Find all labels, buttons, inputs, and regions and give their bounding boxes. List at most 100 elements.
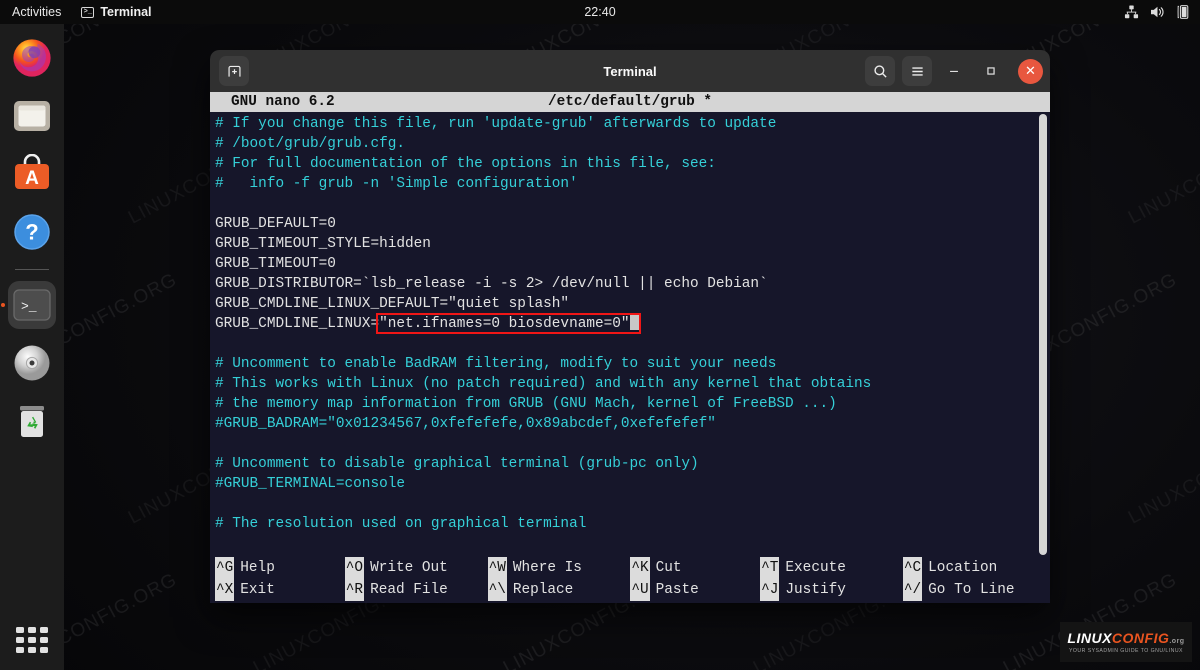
logo-wordmark: LINUXCONFIG.org	[1067, 631, 1184, 645]
shortcut-key: ^/	[902, 579, 923, 601]
nano-line-text: # info -f grub -n 'Simple configuration'	[215, 176, 578, 192]
clock[interactable]: 22:40	[584, 5, 615, 19]
nano-line-text: GRUB_TIMEOUT=0	[215, 256, 336, 272]
shortcut-key: ^K	[630, 557, 650, 579]
nano-shortcut[interactable]: ^O Write Out	[344, 557, 488, 579]
nano-shortcut[interactable]: ^X Exit	[215, 579, 345, 601]
shortcut-label: Exit	[240, 582, 275, 598]
nano-line: # This works with Linux (no patch requir…	[215, 374, 1050, 394]
terminal-window: Terminal ✕ GNU nano 6.2 /etc/default/gru…	[210, 50, 1050, 603]
shortcut-label: Justify	[785, 582, 846, 598]
nano-line	[215, 494, 1050, 514]
shortcut-row: ^X Exit ^R Read File ^\ Replace ^U Paste ^J Justi…	[215, 579, 1050, 601]
dock-item-terminal[interactable]: >_	[8, 281, 56, 329]
logo-tagline: YOUR SYSADMIN GUIDE TO GNU/LINUX	[1069, 647, 1183, 654]
nano-line	[215, 194, 1050, 214]
maximize-button[interactable]	[976, 56, 1006, 86]
nano-line: #GRUB_BADRAM="0x01234567,0xfefefefe,0x89…	[215, 414, 1050, 434]
shortcut-row: ^G Help ^O Write Out ^W Where Is ^K Cut ^T Execut…	[215, 557, 1050, 579]
grid-dot	[28, 637, 36, 643]
nano-line	[215, 434, 1050, 454]
nano-line: GRUB_TIMEOUT=0	[215, 254, 1050, 274]
terminal-scrollbar[interactable]	[1039, 114, 1047, 555]
battery-icon[interactable]	[1177, 5, 1190, 19]
nano-line-text: # This works with Linux (no patch requir…	[215, 376, 872, 392]
nano-line: # info -f grub -n 'Simple configuration'	[215, 174, 1050, 194]
shortcut-label: Go To Line	[928, 582, 1015, 598]
show-applications-button[interactable]	[8, 620, 56, 660]
nano-line-text: # If you change this file, run 'update-g…	[215, 116, 777, 132]
nano-line	[215, 334, 1050, 354]
logo-part1: LINUX	[1067, 629, 1112, 646]
grid-dot	[16, 647, 24, 653]
shortcut-key: ^U	[630, 579, 650, 601]
hamburger-menu-icon[interactable]	[902, 56, 932, 86]
shortcut-key: ^G	[215, 557, 235, 579]
nano-line-text: GRUB_CMDLINE_LINUX="net.ifnames=0 biosde…	[215, 316, 630, 332]
nano-shortcut[interactable]: ^G Help	[215, 557, 345, 579]
nano-shortcut[interactable]: ^\ Replace	[487, 579, 631, 601]
nano-line-text: # Uncomment to enable BadRAM filtering, …	[215, 356, 777, 372]
nano-line: GRUB_CMDLINE_LINUX_DEFAULT="quiet splash…	[215, 294, 1050, 314]
nano-line: GRUB_CMDLINE_LINUX="net.ifnames=0 biosde…	[215, 314, 1050, 334]
close-button[interactable]: ✕	[1018, 58, 1043, 84]
dock-item-disc[interactable]	[8, 339, 56, 387]
nano-line-text: GRUB_DEFAULT=0	[215, 216, 336, 232]
dock-item-trash[interactable]	[8, 397, 56, 445]
search-icon[interactable]	[865, 56, 895, 86]
shortcut-key: ^J	[760, 579, 780, 601]
nano-line: GRUB_DISTRIBUTOR=`lsb_release -i -s 2> /…	[215, 274, 1050, 294]
system-tray[interactable]	[1124, 5, 1190, 19]
shortcut-label: Location	[928, 560, 998, 576]
nano-line: GRUB_DEFAULT=0	[215, 214, 1050, 234]
grid-dot	[40, 637, 48, 643]
nano-line-text: GRUB_CMDLINE_LINUX_DEFAULT="quiet splash…	[215, 296, 570, 312]
nano-text-area[interactable]: # If you change this file, run 'update-g…	[210, 112, 1050, 572]
shortcut-label: Paste	[655, 582, 699, 598]
nano-line-text: # For full documentation of the options …	[215, 156, 716, 172]
dock-item-help[interactable]: ?	[8, 208, 56, 256]
active-app-indicator[interactable]: >_ Terminal	[73, 5, 159, 19]
nano-line: # If you change this file, run 'update-g…	[215, 114, 1050, 134]
dock-item-files[interactable]	[8, 92, 56, 140]
top-bar: Activities >_ Terminal 22:40	[0, 0, 1200, 24]
nano-shortcut[interactable]: ^C Location	[902, 557, 1050, 579]
dock-separator	[15, 269, 49, 270]
logo-part3: .org	[1169, 637, 1185, 645]
dock-item-ubuntu-software[interactable]: A	[8, 150, 56, 198]
activities-button[interactable]: Activities	[0, 5, 73, 19]
nano-shortcut[interactable]: ^R Read File	[344, 579, 488, 601]
nano-shortcut[interactable]: ^K Cut	[630, 557, 760, 579]
nano-line: # the memory map information from GRUB (…	[215, 394, 1050, 414]
nano-shortcut[interactable]: ^U Paste	[630, 579, 760, 601]
nano-line: # The resolution used on graphical termi…	[215, 514, 1050, 534]
shortcut-label: Cut	[655, 560, 682, 576]
grid-dot	[16, 627, 24, 633]
shortcut-label: Replace	[512, 582, 574, 598]
nano-shortcut[interactable]: ^T Execute	[760, 557, 903, 579]
svg-text:>_: >_	[21, 299, 37, 314]
shortcut-label: Where Is	[512, 560, 582, 576]
grid-dot	[16, 637, 24, 643]
nano-shortcut[interactable]: ^/ Go To Line	[902, 579, 1050, 601]
shortcut-key: ^T	[760, 557, 780, 579]
dock-item-firefox[interactable]	[8, 34, 56, 82]
nano-line-text: #GRUB_BADRAM="0x01234567,0xfefefefe,0x89…	[215, 416, 716, 432]
window-title-bar: Terminal ✕	[210, 50, 1050, 92]
svg-text:?: ?	[25, 220, 38, 245]
nano-shortcut[interactable]: ^J Justify	[760, 579, 903, 601]
nano-line: GRUB_TIMEOUT_STYLE=hidden	[215, 234, 1050, 254]
logo-part2: CONFIG	[1111, 629, 1170, 646]
nano-line: # Uncomment to enable BadRAM filtering, …	[215, 354, 1050, 374]
nano-shortcut[interactable]: ^W Where Is	[487, 557, 631, 579]
nano-filename: /etc/default/grub *	[547, 94, 713, 110]
nano-editor[interactable]: GNU nano 6.2 /etc/default/grub * # If yo…	[210, 92, 1050, 603]
volume-icon[interactable]	[1150, 5, 1166, 19]
grid-dot	[28, 647, 36, 653]
shortcut-label: Write Out	[370, 560, 448, 576]
shortcut-key: ^\	[487, 579, 507, 601]
network-wired-icon[interactable]	[1124, 5, 1139, 19]
dock: A ? >_	[0, 24, 64, 670]
new-tab-button[interactable]	[219, 56, 249, 86]
minimize-button[interactable]	[939, 56, 969, 86]
